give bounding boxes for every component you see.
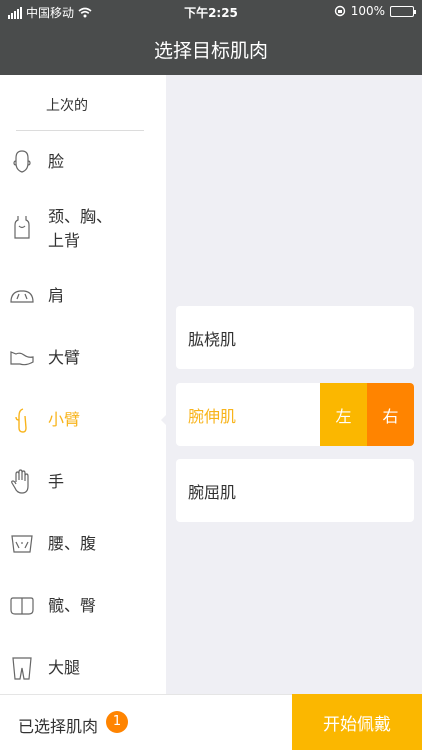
sidebar-label: 脸 xyxy=(48,152,65,171)
sidebar-item-hand[interactable]: 手 xyxy=(0,451,166,513)
nav-bar: 选择目标肌肉 xyxy=(0,24,422,75)
muscle-label: 肱桡肌 xyxy=(188,330,237,349)
sidebar-label: 髋、臀 xyxy=(48,596,97,615)
sidebar-label: 大腿 xyxy=(48,658,81,677)
waist-icon xyxy=(8,530,36,558)
battery-icon xyxy=(390,5,416,17)
start-wearing-button[interactable]: 开始佩戴 xyxy=(292,694,422,750)
sidebar-item-hip-buttocks[interactable]: 髋、臀 xyxy=(0,575,166,637)
sidebar-label: 小臂 xyxy=(48,410,81,429)
upper-arm-icon xyxy=(8,344,36,372)
muscle-card-wrist-extensor[interactable]: 腕伸肌 左 右 xyxy=(176,383,414,446)
status-right: 100% xyxy=(334,4,416,18)
body-part-sidebar: 上次的 脸 颈、胸、 上背 肩 大臂 小臂 手 腰、腹 髋、臀 大腿 xyxy=(0,75,166,694)
rotation-lock-icon xyxy=(334,5,345,17)
muscle-label: 腕伸肌 xyxy=(188,407,237,426)
page-title: 选择目标肌肉 xyxy=(153,40,268,62)
hand-icon xyxy=(8,468,36,496)
sidebar-item-neck-chest-upper-back[interactable]: 颈、胸、 上背 xyxy=(0,193,166,265)
hip-icon xyxy=(8,592,36,620)
muscle-label: 腕屈肌 xyxy=(188,483,237,502)
sidebar-item-thigh[interactable]: 大腿 xyxy=(0,637,166,694)
face-icon xyxy=(8,148,36,176)
torso-icon xyxy=(8,213,36,241)
sidebar-item-upper-arm[interactable]: 大臂 xyxy=(0,327,166,389)
right-side-button[interactable]: 右 xyxy=(367,383,414,446)
sidebar-item-shoulder[interactable]: 肩 xyxy=(0,265,166,327)
left-side-button[interactable]: 左 xyxy=(320,383,367,446)
sidebar-item-waist-abdomen[interactable]: 腰、腹 xyxy=(0,513,166,575)
recent-label: 上次的 xyxy=(46,98,88,114)
sidebar-item-recent[interactable]: 上次的 xyxy=(0,75,166,131)
sidebar-label: 肩 xyxy=(48,286,65,305)
sidebar-label: 颈、胸、 上背 xyxy=(48,207,113,250)
muscle-list: 肱桡肌 腕伸肌 左 右 腕屈肌 xyxy=(166,75,422,694)
selected-count-badge: 1 xyxy=(106,711,128,733)
sidebar-label: 大臂 xyxy=(48,348,81,367)
bottom-bar: 已选择肌肉 1 开始佩戴 xyxy=(0,694,422,750)
forearm-icon xyxy=(8,406,36,434)
sidebar-label: 腰、腹 xyxy=(48,534,97,553)
status-bar: 中国移动 下午2:25 100% xyxy=(0,0,422,24)
muscle-card-wrist-flexor[interactable]: 腕屈肌 xyxy=(176,459,414,522)
battery-percent: 100% xyxy=(350,4,385,18)
thigh-icon xyxy=(8,654,36,682)
sidebar-label: 手 xyxy=(48,472,65,491)
shoulder-icon xyxy=(8,282,36,310)
sidebar-item-face[interactable]: 脸 xyxy=(0,131,166,193)
muscle-card-brachioradialis[interactable]: 肱桡肌 xyxy=(176,306,414,369)
selected-muscles-label[interactable]: 已选择肌肉 xyxy=(18,713,98,737)
sidebar-item-forearm[interactable]: 小臂 xyxy=(0,389,166,451)
